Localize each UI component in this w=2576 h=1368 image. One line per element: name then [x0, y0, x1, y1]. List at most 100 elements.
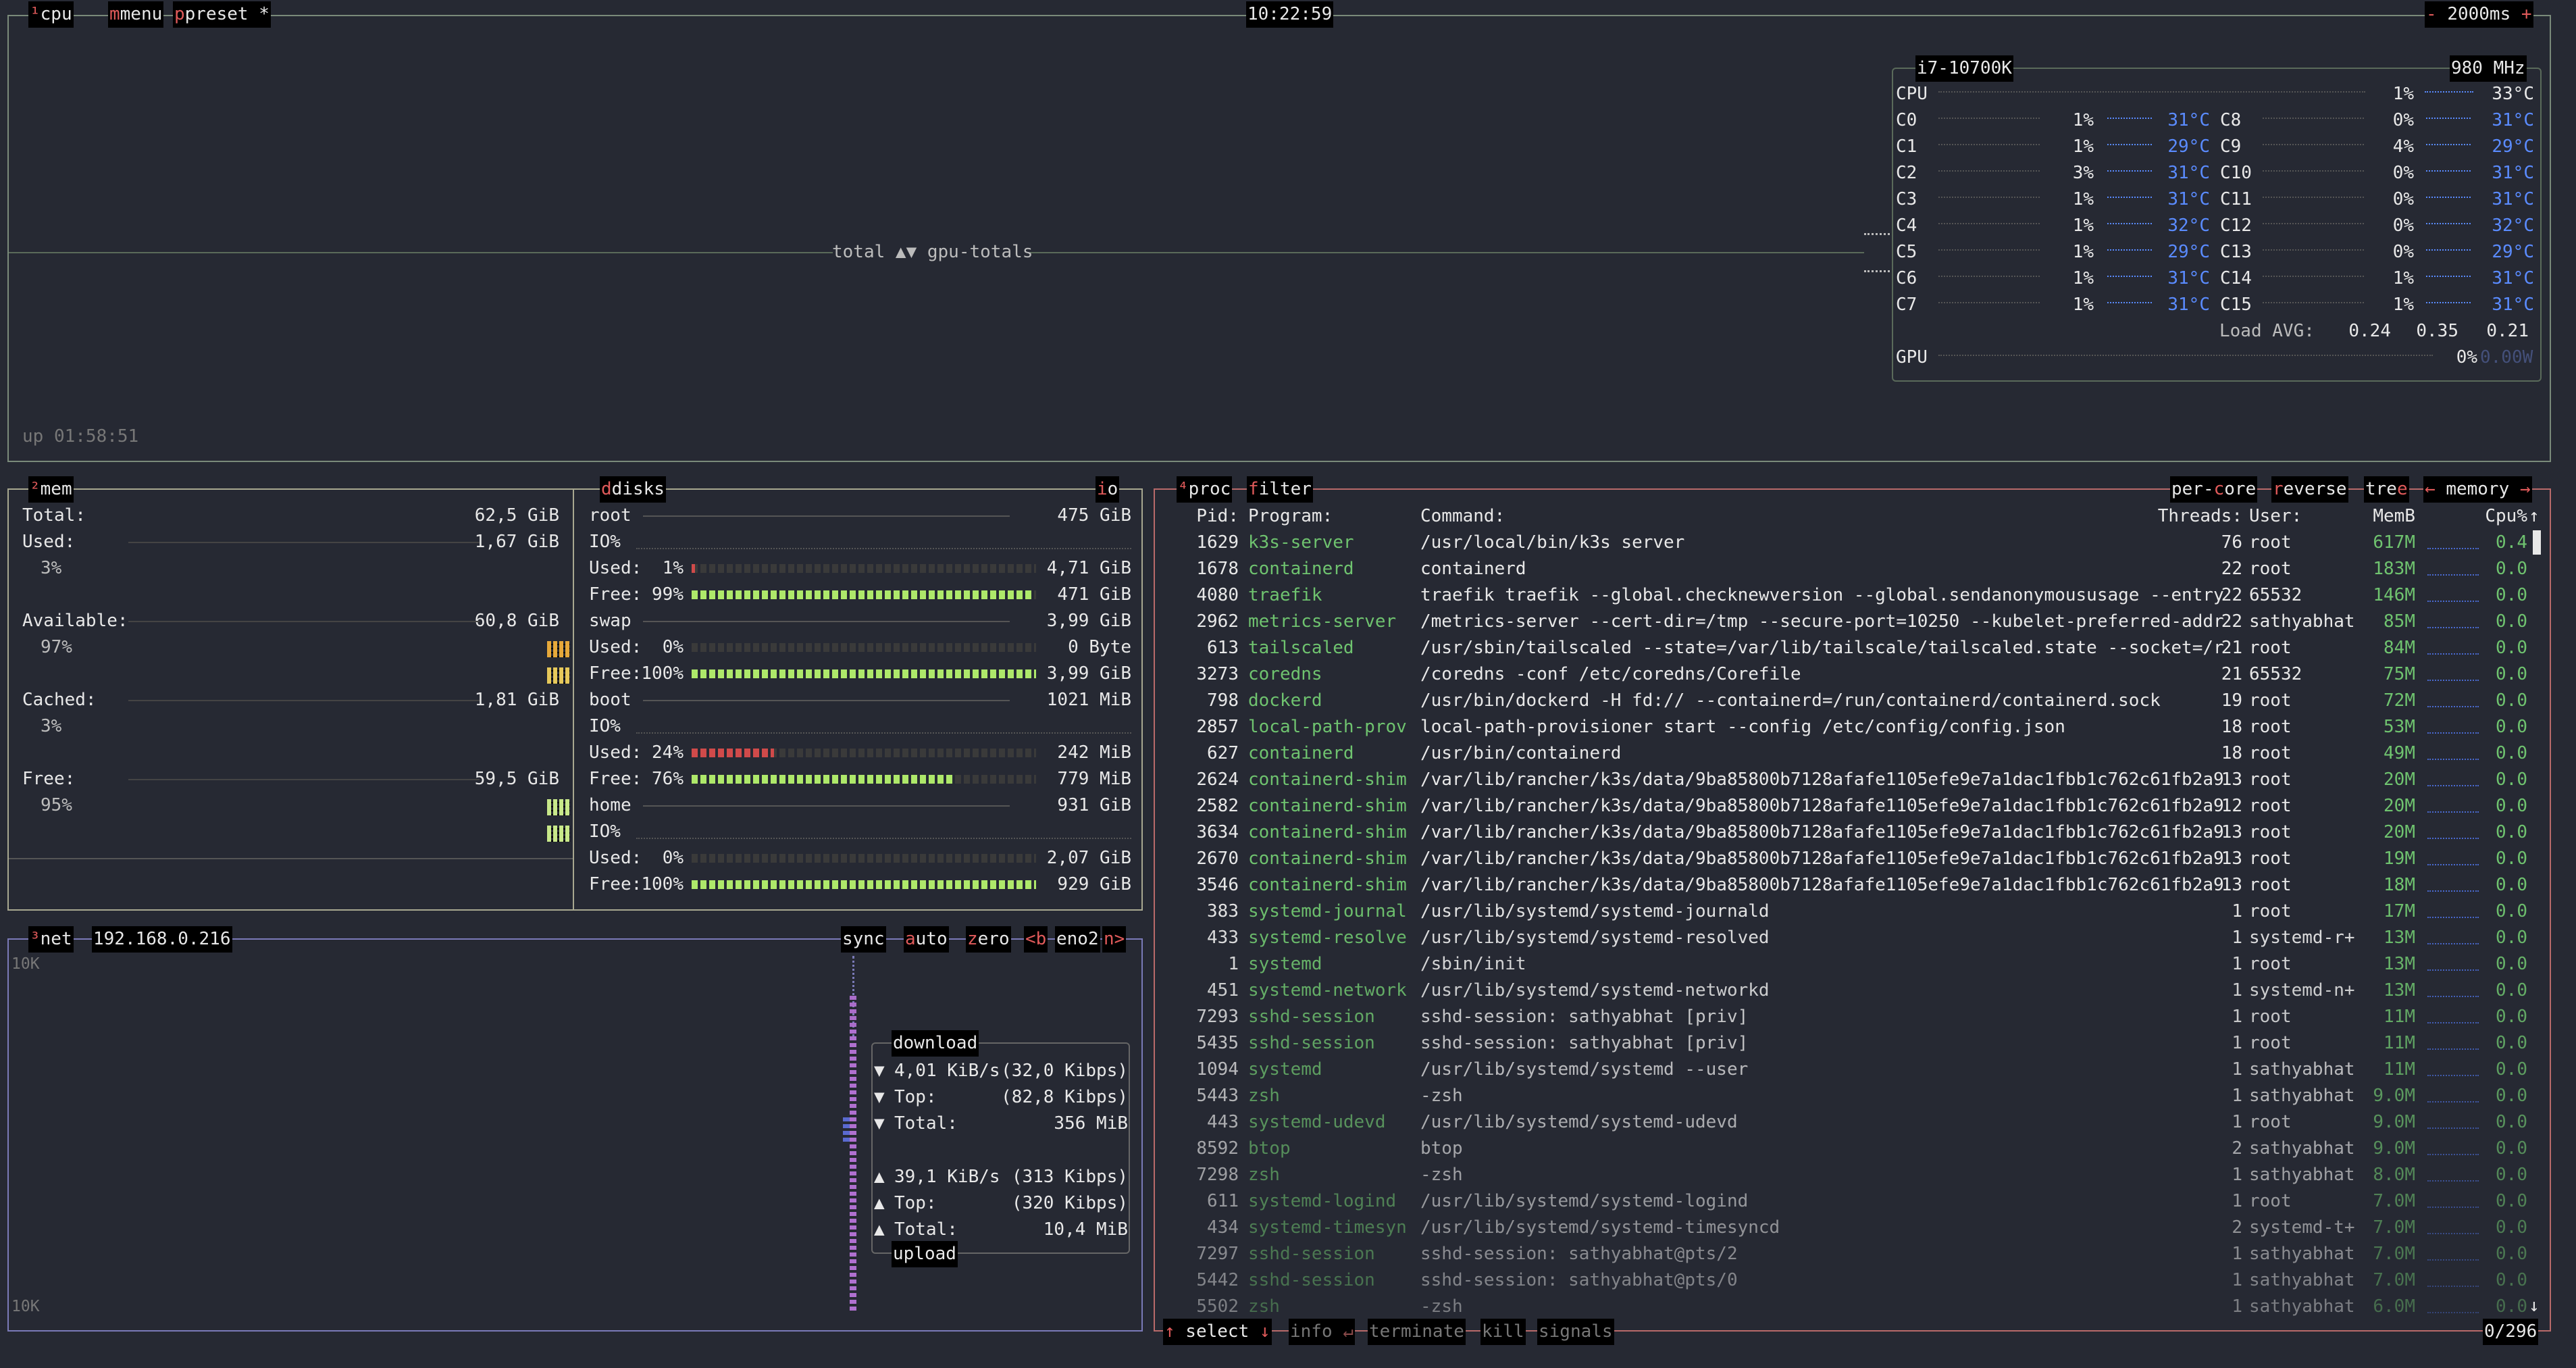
process-row[interactable]: 443 systemd-udevd/usr/lib/systemd/systemd…: [1155, 1109, 2533, 1136]
process-program: systemd: [1248, 954, 1322, 974]
process-row[interactable]: 2962 metrics-server/metrics-server --cert…: [1155, 609, 2533, 635]
tab-menu[interactable]: mmenu: [108, 1, 164, 28]
process-user: 65532: [2249, 664, 2302, 684]
col-command[interactable]: Command:: [1420, 503, 1505, 530]
process-row[interactable]: 3273 coredns/coredns -conf /etc/coredns/C…: [1155, 661, 2533, 688]
process-command: /var/lib/rancher/k3s/data/9ba85800b7128a…: [1420, 848, 2224, 869]
scrollbar-thumb[interactable]: [2533, 530, 2541, 555]
net-prev-iface-button[interactable]: <b: [1024, 926, 1048, 953]
process-row[interactable]: 1629 k3s-server/usr/local/bin/k3s server 7…: [1155, 530, 2533, 556]
process-row[interactable]: 3546 containerd-shim/var/lib/rancher/k3s/…: [1155, 872, 2533, 898]
tab-io[interactable]: io: [1096, 476, 1120, 503]
core-sparkline: [2107, 249, 2152, 255]
tab-preset[interactable]: ppreset *: [173, 1, 271, 28]
mem-1-divider: [128, 542, 480, 543]
tab-tree[interactable]: tree: [2364, 476, 2409, 503]
col-threads[interactable]: Threads:: [2148, 503, 2242, 530]
disk-free-label: Free:: [589, 584, 642, 605]
process-row[interactable]: 7293 sshd-session sshd-session: sathyabhat…: [1155, 1004, 2533, 1030]
process-row[interactable]: 5435 sshd-session sshd-session: sathyabhat…: [1155, 1030, 2533, 1057]
net-upload-value: (320 Kibps): [1011, 1193, 1128, 1213]
disk-title-line: [643, 805, 1010, 807]
net-zero-button[interactable]: zero: [966, 926, 1011, 953]
col-user[interactable]: User:: [2249, 503, 2302, 530]
process-mem: 11M: [2384, 1033, 2415, 1053]
tab-disks[interactable]: ddisks: [600, 476, 666, 503]
tab-per-core[interactable]: per-core: [2170, 476, 2258, 503]
process-row[interactable]: 5442 sshd-session sshd-session: sathyabhat…: [1155, 1267, 2533, 1294]
proc-select-control[interactable]: ↑ select ↓: [1163, 1319, 1272, 1345]
process-row[interactable]: 1 systemd/sbin/init 1 root 13M 0.0: [1155, 951, 2533, 978]
core-temp-value: 29°C: [2492, 136, 2534, 157]
process-program: containerd-shim: [1248, 848, 1407, 869]
col-mem[interactable]: MemB: [2344, 503, 2415, 530]
proc-kill-button[interactable]: kill: [1480, 1319, 1526, 1345]
process-row[interactable]: 1094 systemd/usr/lib/systemd/systemd --us…: [1155, 1057, 2533, 1083]
tab-net[interactable]: ³net: [28, 926, 74, 953]
proc-terminate-button[interactable]: terminate: [1368, 1319, 1466, 1345]
cpu-graph-label[interactable]: total ▲▼ gpu-totals: [832, 239, 1033, 265]
interval-value: 2000ms: [2447, 4, 2511, 24]
process-row[interactable]: 4080 traefik traefik traefik --global.chec…: [1155, 582, 2533, 609]
process-row[interactable]: 7297 sshd-session sshd-session: sathyabhat…: [1155, 1241, 2533, 1267]
process-pid: 3634: [1196, 822, 1239, 842]
process-row[interactable]: 2857 local-path-prov local-path-provisione…: [1155, 714, 2533, 740]
process-command: /usr/lib/systemd/systemd-networkd: [1420, 980, 1770, 1000]
process-row[interactable]: 611 systemd-logind/usr/lib/systemd/system…: [1155, 1188, 2533, 1215]
process-cpu: 0.0: [2496, 1296, 2527, 1317]
tab-proc[interactable]: ⁴proc: [1177, 476, 1233, 503]
interval-control[interactable]: - 2000ms +: [2425, 1, 2533, 28]
gpu-percent: 0%: [2456, 347, 2477, 368]
col-program[interactable]: Program:: [1248, 503, 1333, 530]
process-row[interactable]: 5443 zsh -zsh 1 sathyabhat 9.0M 0.0: [1155, 1083, 2533, 1109]
proc-filter[interactable]: filter: [1247, 476, 1313, 503]
process-row[interactable]: 613 tailscaled/usr/sbin/tailscaled --stat…: [1155, 635, 2533, 661]
proc-info-button[interactable]: info ↵: [1289, 1319, 1355, 1345]
process-row[interactable]: 2582 containerd-shim/var/lib/rancher/k3s/…: [1155, 793, 2533, 819]
core-label: C4: [1896, 216, 1917, 236]
process-row[interactable]: 627 containerd/usr/bin/containerd 18 root 49…: [1155, 740, 2533, 767]
process-row[interactable]: 2624 containerd-shim/var/lib/rancher/k3s/…: [1155, 767, 2533, 793]
process-row[interactable]: 7298 zsh -zsh 1 sathyabhat 8.0M 0.0: [1155, 1162, 2533, 1188]
process-cpu: 0.0: [2496, 585, 2527, 605]
process-row[interactable]: 383 systemd-journal/usr/lib/systemd/syste…: [1155, 898, 2533, 925]
net-auto-button[interactable]: auto: [904, 926, 949, 953]
tab-reverse[interactable]: reverse: [2271, 476, 2348, 503]
process-row[interactable]: 1678 containerd containerd 22 root 183M 0.0: [1155, 556, 2533, 582]
col-cpu[interactable]: Cpu%: [2465, 503, 2527, 530]
disk-used-percent: 24%: [652, 742, 684, 763]
core-percent: 0%: [2392, 189, 2414, 209]
net-next-iface-button[interactable]: n>: [1102, 926, 1127, 953]
process-pid: 611: [1207, 1191, 1239, 1211]
proc-signals-button[interactable]: signals: [1537, 1319, 1614, 1345]
sort-selector[interactable]: ← memory →: [2423, 476, 2532, 503]
core-temp-value: 32°C: [2167, 216, 2210, 236]
scroll-up-icon[interactable]: ↑: [2529, 503, 2540, 530]
process-row[interactable]: 433 systemd-resolve/usr/lib/systemd/syste…: [1155, 925, 2533, 951]
process-row[interactable]: 2670 containerd-shim/var/lib/rancher/k3s/…: [1155, 846, 2533, 872]
tab-mem[interactable]: ²mem: [28, 476, 74, 503]
disk-free-label: Free:: [589, 874, 642, 894]
interval-decrease[interactable]: -: [2426, 4, 2437, 24]
scroll-down-icon[interactable]: ↓: [2529, 1293, 2540, 1319]
process-pid: 2624: [1196, 769, 1239, 790]
process-threads: 19: [2221, 690, 2242, 711]
process-user: root: [2249, 796, 2292, 816]
process-row[interactable]: 8592 btop btop 2 sathyabhat 9.0M 0.0: [1155, 1136, 2533, 1162]
net-ip: 192.168.0.216: [92, 926, 232, 953]
process-threads: 13: [2221, 848, 2242, 869]
process-row[interactable]: 5502 zsh -zsh 1 sathyabhat 6.0M 0.0: [1155, 1294, 2533, 1320]
core-temp: 31°C: [2150, 107, 2210, 134]
process-mem: 20M: [2384, 769, 2415, 790]
process-mem: 18M: [2384, 875, 2415, 895]
tab-cpu[interactable]: ¹cpu: [28, 1, 74, 28]
col-pid[interactable]: Pid:: [1175, 503, 1239, 530]
core-temp: 29°C: [2475, 239, 2534, 265]
process-row[interactable]: 3634 containerd-shim/var/lib/rancher/k3s/…: [1155, 819, 2533, 846]
net-sync-button[interactable]: sync: [841, 926, 886, 953]
process-row[interactable]: 434 systemd-timesyn/usr/lib/systemd/syste…: [1155, 1215, 2533, 1241]
core-percent: 0%: [2392, 110, 2414, 130]
process-row[interactable]: 798 dockerd/usr/bin/dockerd -H fd:// --co…: [1155, 688, 2533, 714]
interval-increase[interactable]: +: [2521, 4, 2532, 24]
process-row[interactable]: 451 systemd-network/usr/lib/systemd/syste…: [1155, 978, 2533, 1004]
